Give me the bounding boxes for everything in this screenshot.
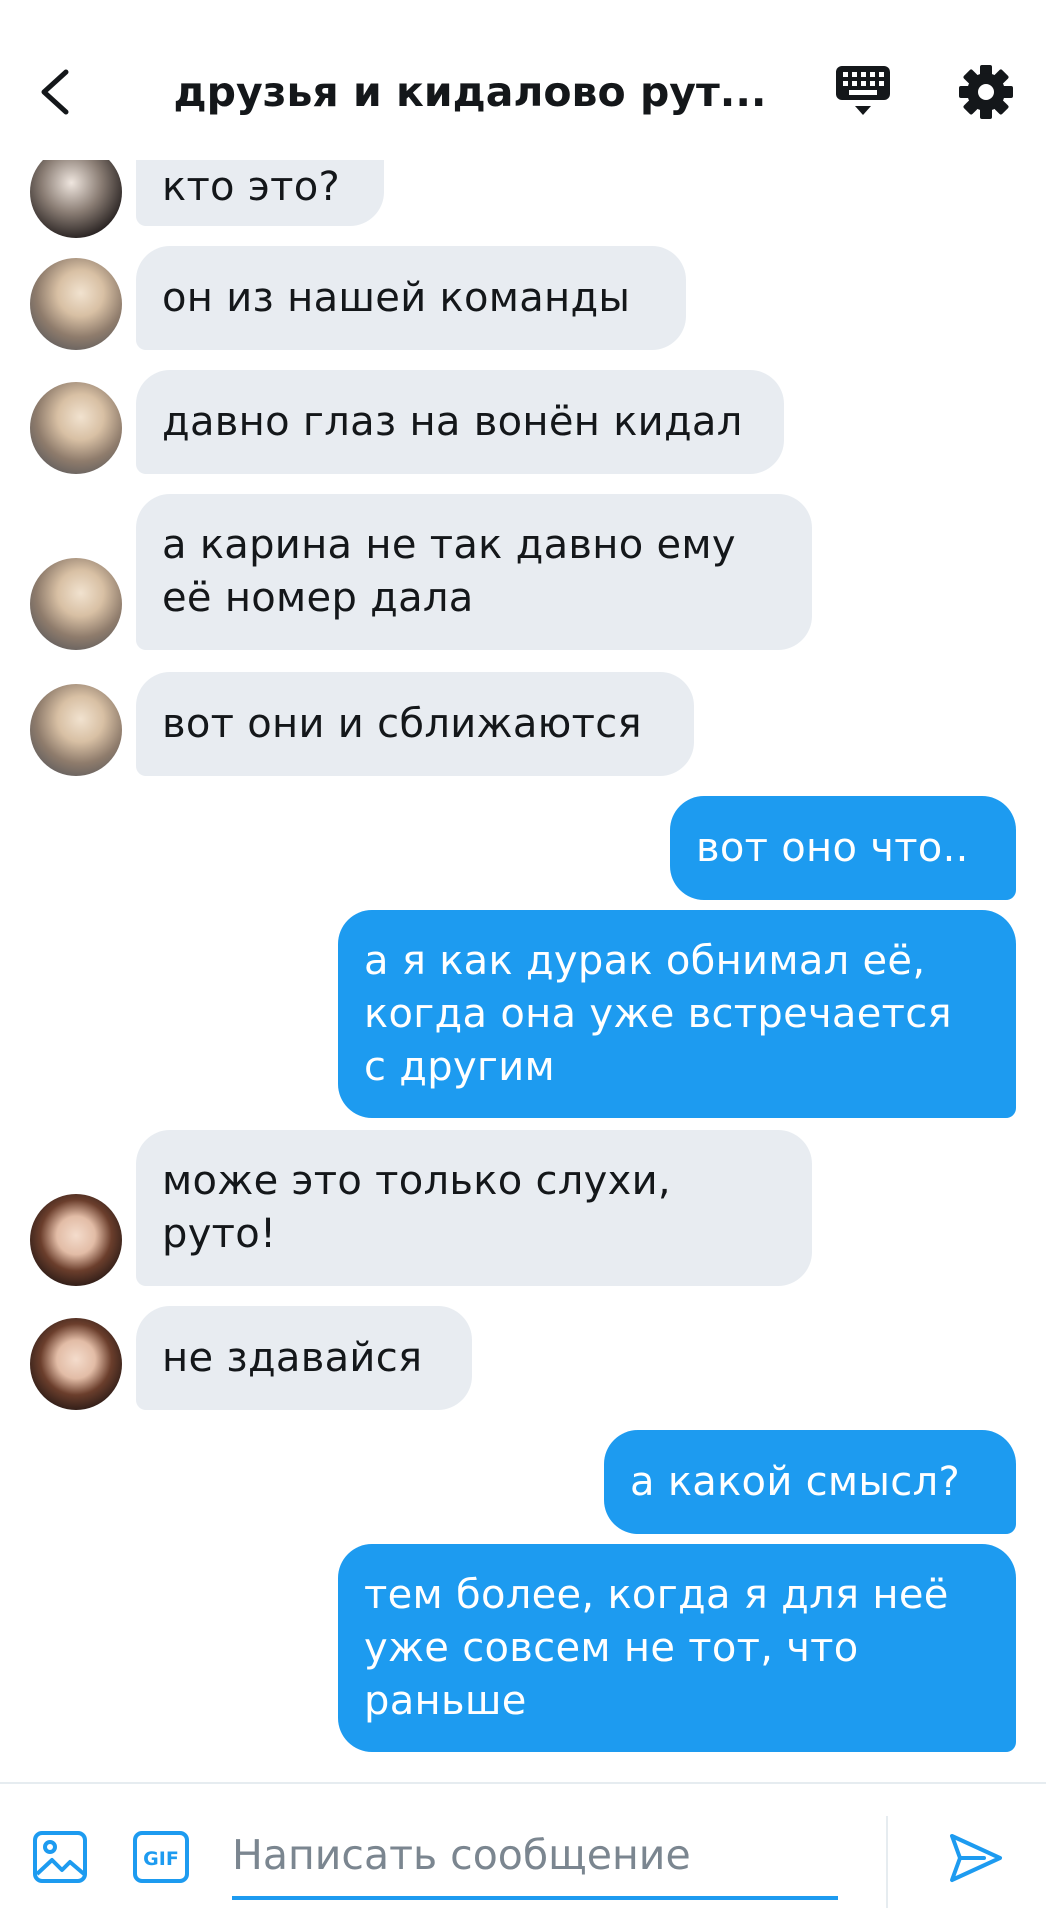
image-icon: [33, 1831, 87, 1883]
message-bubble-outgoing[interactable]: тем более, когда я для неё уже совсем не…: [338, 1544, 1016, 1752]
message-bubble-outgoing[interactable]: а я как дурак обнимал её, когда она уже …: [338, 910, 1016, 1118]
sender-avatar[interactable]: [30, 258, 122, 350]
sender-avatar[interactable]: [30, 382, 122, 474]
chat-header: друзья и кидалово рут...: [0, 0, 1046, 160]
chevron-left-icon: [41, 69, 69, 115]
message-bubble-incoming[interactable]: а карина не так давно ему её номер дала: [136, 494, 812, 650]
message-composer: GIF Написать сообщение: [0, 1782, 1046, 1920]
keyboard-button[interactable]: [834, 62, 892, 120]
gear-icon: [959, 65, 1013, 119]
back-button[interactable]: [30, 56, 90, 126]
message-bubble-incoming[interactable]: не здавайся: [136, 1306, 472, 1410]
gif-button[interactable]: GIF: [132, 1830, 190, 1884]
message-bubble-outgoing[interactable]: а какой смысл?: [604, 1430, 1016, 1534]
sender-avatar[interactable]: [30, 558, 122, 650]
message-input[interactable]: Написать сообщение: [232, 1814, 838, 1900]
message-bubble-incoming[interactable]: може это только слухи, руто!: [136, 1130, 812, 1286]
gif-label: GIF: [143, 1848, 179, 1870]
message-list[interactable]: кто это? он из нашей команды давно глаз …: [0, 160, 1046, 1782]
conversation-title[interactable]: друзья и кидалово рут...: [150, 62, 790, 122]
settings-button[interactable]: [956, 62, 1016, 122]
gif-icon: GIF: [133, 1831, 189, 1883]
message-bubble-incoming[interactable]: он из нашей команды: [136, 246, 686, 350]
message-bubble-incoming[interactable]: кто это?: [136, 160, 384, 226]
sender-avatar[interactable]: [30, 1194, 122, 1286]
attach-image-button[interactable]: [32, 1830, 88, 1884]
composer-divider: [886, 1816, 888, 1908]
sender-avatar[interactable]: [30, 684, 122, 776]
message-bubble-incoming[interactable]: давно глаз на вонён кидал: [136, 370, 784, 474]
sender-avatar[interactable]: [30, 160, 122, 238]
send-button[interactable]: [946, 1828, 1006, 1888]
keyboard-icon: [836, 66, 890, 115]
send-icon: [950, 1834, 1002, 1882]
message-bubble-incoming[interactable]: вот они и сближаются: [136, 672, 694, 776]
message-bubble-outgoing[interactable]: вот оно что..: [670, 796, 1016, 900]
sender-avatar[interactable]: [30, 1318, 122, 1410]
